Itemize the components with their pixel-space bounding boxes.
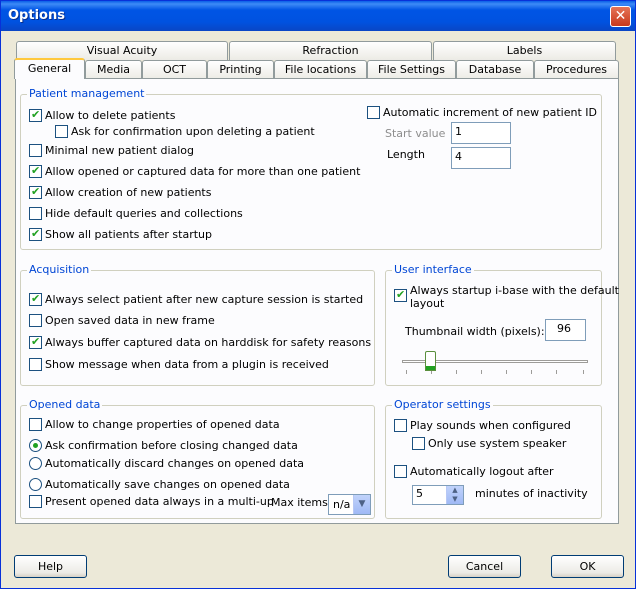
auto-save-label: Automatically save changes on opened dat… [45, 478, 290, 491]
open-saved-label: Open saved data in new frame [45, 314, 215, 327]
tab-database[interactable]: Database [456, 60, 534, 79]
length-label: Length [387, 148, 425, 161]
show-message-checkbox[interactable] [29, 358, 42, 371]
minimal-dialog-checkbox[interactable] [29, 144, 42, 157]
only-system-speaker-label: Only use system speaker [428, 437, 567, 450]
show-all-label: Show all patients after startup [45, 228, 212, 241]
tab-media[interactable]: Media [85, 60, 142, 79]
always-startup-label-line2: layout [410, 297, 445, 310]
window-title: Options [8, 8, 65, 23]
tab-procedures[interactable]: Procedures [534, 60, 619, 79]
play-sounds-checkbox[interactable] [394, 419, 407, 432]
slider-tick [456, 370, 457, 374]
length-input[interactable]: 4 [451, 147, 511, 169]
thumbnail-width-input[interactable]: 96 [545, 319, 586, 341]
options-window: Options ✕ Visual Acuity Refraction Label… [0, 0, 636, 589]
always-buffer-checkbox[interactable] [29, 335, 42, 349]
ask-confirm-label: Ask confirmation before closing changed … [45, 439, 298, 452]
auto-logout-label: Automatically logout after [410, 465, 554, 478]
slider-tick [481, 370, 482, 374]
auto-discard-label: Automatically discard changes on opened … [45, 457, 305, 470]
show-message-label: Show message when data from a plugin is … [45, 358, 329, 371]
always-buffer-label: Always buffer captured data on harddisk … [45, 336, 372, 349]
always-startup-checkbox[interactable] [394, 288, 407, 302]
auto-increment-checkbox[interactable] [367, 106, 380, 119]
tab-general[interactable]: General [14, 58, 85, 79]
help-button[interactable]: Help [14, 555, 87, 578]
allow-change-label: Allow to change properties of opened dat… [45, 418, 280, 431]
slider-tick [583, 370, 584, 374]
max-items-value: n/a [333, 498, 351, 511]
tab-printing[interactable]: Printing [207, 60, 274, 79]
hide-default-checkbox[interactable] [29, 207, 42, 220]
present-multi-checkbox[interactable] [29, 495, 42, 508]
group-title: Opened data [27, 398, 103, 411]
minutes-label: minutes of inactivity [475, 487, 588, 500]
tab-refraction[interactable]: Refraction [229, 41, 432, 60]
thumbnail-width-slider-thumb[interactable] [424, 351, 436, 371]
logout-minutes-spinner[interactable]: ▲ ▼ [446, 486, 463, 504]
slider-tick [556, 370, 557, 374]
tab-labels[interactable]: Labels [433, 41, 616, 60]
always-startup-label: Always startup i-base with the default [410, 284, 619, 297]
always-select-checkbox[interactable] [29, 292, 42, 306]
allow-opened-multi-checkbox[interactable] [29, 164, 42, 178]
slider-tick [506, 370, 507, 374]
play-sounds-label: Play sounds when configured [410, 419, 571, 432]
cancel-button[interactable]: Cancel [448, 555, 521, 578]
allow-creation-checkbox[interactable] [29, 185, 42, 199]
group-title: User interface [392, 263, 474, 276]
group-title: Patient management [27, 87, 147, 100]
allow-change-checkbox[interactable] [29, 418, 42, 431]
tab-file-settings[interactable]: File Settings [367, 60, 456, 79]
auto-save-radio[interactable] [29, 478, 42, 491]
show-all-checkbox[interactable] [29, 227, 42, 241]
ask-confirm-radio[interactable] [29, 439, 42, 452]
only-system-speaker-checkbox[interactable] [412, 437, 425, 450]
max-items-select[interactable]: n/a ▼ [328, 494, 371, 515]
allow-delete-label: Allow to delete patients [45, 109, 176, 122]
close-button[interactable]: ✕ [610, 6, 631, 27]
allow-opened-multi-label: Allow opened or captured data for more t… [45, 165, 361, 178]
allow-delete-checkbox[interactable] [29, 108, 42, 122]
title-bar[interactable]: Options ✕ [1, 1, 635, 31]
minimal-dialog-label: Minimal new patient dialog [45, 144, 195, 157]
ask-confirm-delete-checkbox[interactable] [55, 125, 68, 138]
tab-oct[interactable]: OCT [142, 60, 207, 79]
auto-increment-label: Automatic increment of new patient ID [383, 106, 597, 119]
slider-tick [406, 370, 407, 374]
spin-up-icon[interactable]: ▲ [447, 486, 463, 495]
thumbnail-width-label: Thumbnail width (pixels): [405, 325, 545, 338]
slider-tick [531, 370, 532, 374]
present-multi-label: Present opened data always in a multi-up [45, 495, 274, 508]
allow-creation-label: Allow creation of new patients [45, 186, 212, 199]
max-items-label: Max items [271, 496, 328, 509]
group-title: Operator settings [392, 398, 493, 411]
spin-down-icon[interactable]: ▼ [447, 495, 463, 504]
auto-discard-radio[interactable] [29, 457, 42, 470]
auto-logout-checkbox[interactable] [394, 465, 407, 478]
hide-default-label: Hide default queries and collections [45, 207, 243, 220]
open-saved-checkbox[interactable] [29, 314, 42, 327]
tab-file-locations[interactable]: File locations [274, 60, 367, 79]
chevron-down-icon[interactable]: ▼ [353, 495, 370, 514]
group-title: Acquisition [27, 263, 92, 276]
always-select-label: Always select patient after new capture … [45, 293, 364, 306]
start-value-input[interactable]: 1 [451, 122, 511, 144]
start-value-label: Start value [385, 127, 446, 140]
ok-button[interactable]: OK [551, 555, 624, 578]
ask-confirm-delete-label: Ask for confirmation upon deleting a pat… [71, 125, 315, 138]
